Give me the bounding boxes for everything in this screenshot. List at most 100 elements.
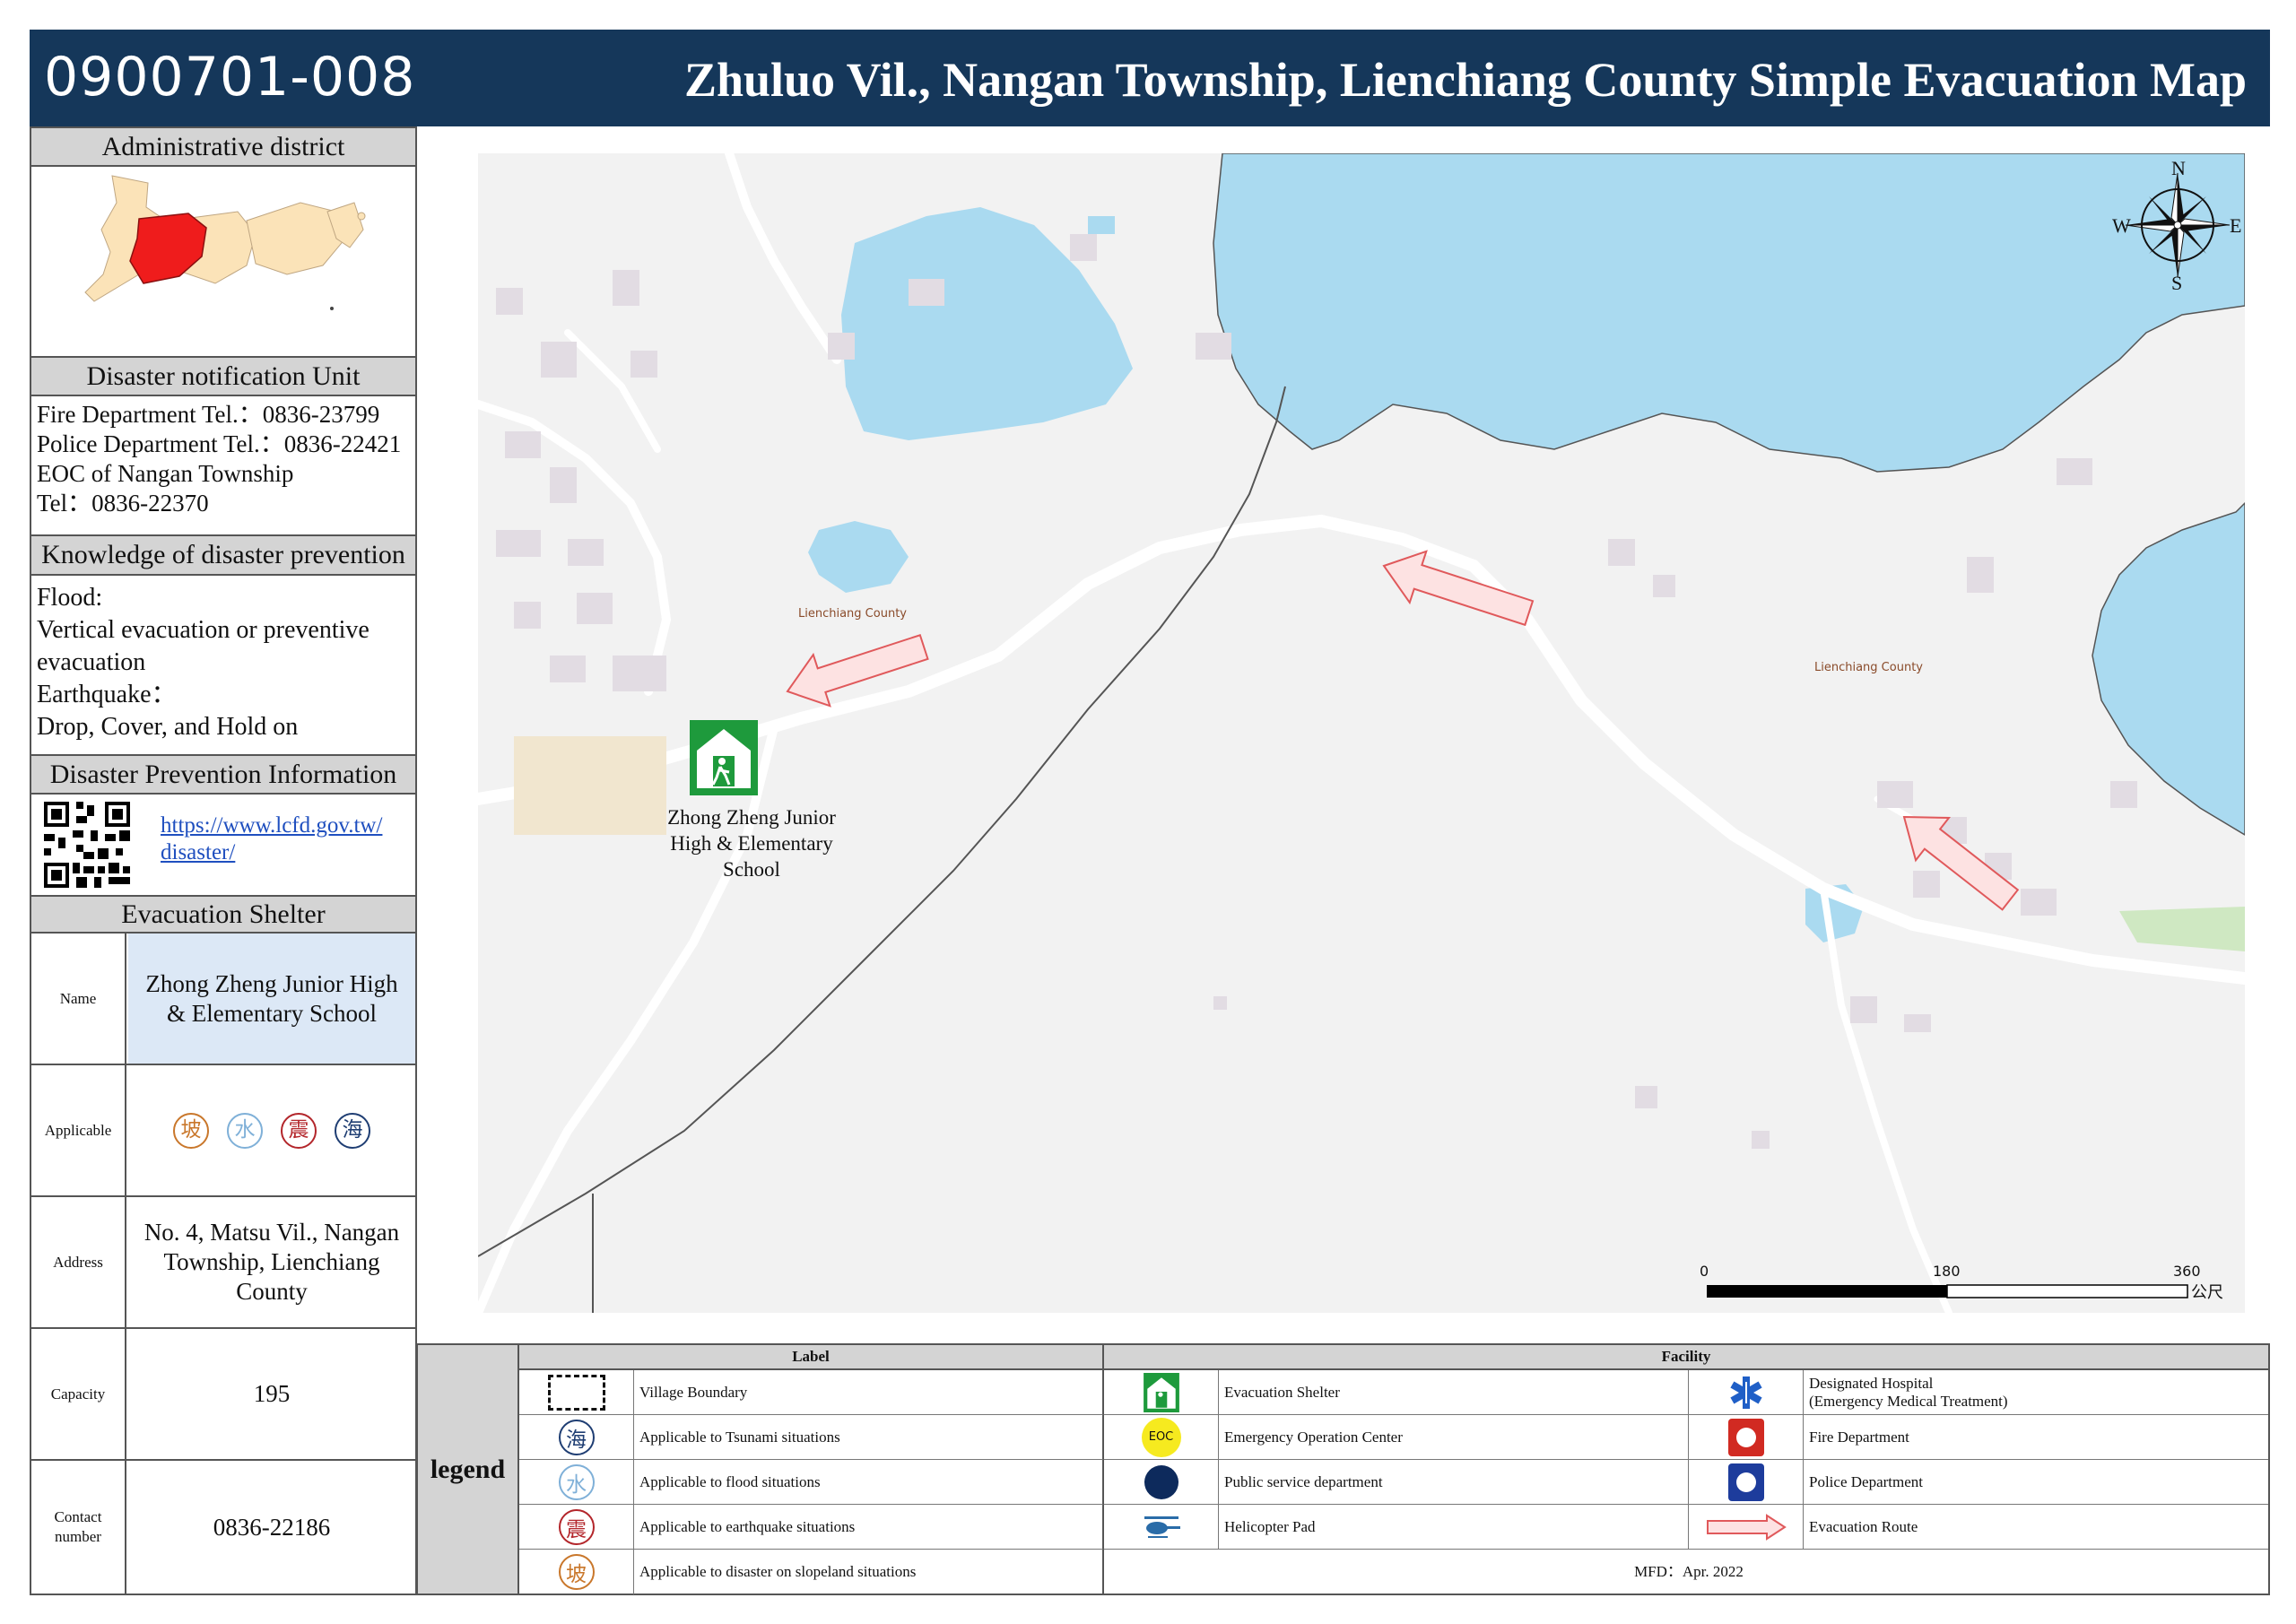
admin-district-map: [31, 167, 415, 357]
legend-flood-cell: 水: [519, 1460, 634, 1505]
eoc-tel: Tel：0836-22370: [37, 490, 209, 517]
shelter-heading: Evacuation Shelter: [31, 895, 415, 934]
evacuation-route-arrows: [786, 550, 2020, 911]
legend-eoc-cell: EOC: [1104, 1415, 1219, 1460]
police-department-icon: [1727, 1463, 1764, 1501]
legend-slopeland-text: Applicable to disaster on slopeland situ…: [634, 1550, 1104, 1594]
legend-public-service-icon: [1144, 1464, 1178, 1499]
police-dept-tel: Police Department Tel.：0836-22421: [37, 430, 402, 457]
shelter-contact-label: Contact number: [31, 1461, 126, 1594]
scale-label-0: 0: [1700, 1263, 1709, 1280]
shelter-address-row: Address No. 4, Matsu Vil., Nangan Townsh…: [31, 1195, 415, 1327]
flood-badge-icon: 水: [227, 1112, 263, 1149]
admin-district-heading: Administrative district: [31, 126, 415, 167]
legend-public-service-cell: [1104, 1460, 1219, 1505]
small-pond: [808, 521, 909, 593]
flood-label: Flood:: [37, 584, 103, 612]
shelter-map-label-2: High & Elementary School: [670, 832, 833, 881]
shelter-map-label: Zhong Zheng Junior High & Elementary Sch…: [639, 804, 864, 882]
legend-shelter-icon: [1143, 1372, 1179, 1412]
shelter-applicable-row: Applicable 坡 水 震 海: [31, 1064, 415, 1195]
legend-earthquake-icon: 震: [558, 1508, 595, 1545]
scale-label-180: 180: [1933, 1263, 1961, 1280]
notification-body: Fire Department Tel.：0836-23799 Police D…: [31, 400, 415, 525]
legend-hospital-cell: [1689, 1370, 1804, 1415]
scale-unit: 公尺: [2191, 1283, 2223, 1302]
prevention-info-heading: Disaster Prevention Information: [31, 754, 415, 795]
legend-earthquake-cell: 震: [519, 1505, 634, 1550]
legend-route-cell: [1689, 1505, 1804, 1550]
scale-label-360: 360: [2173, 1263, 2201, 1280]
shelter-applicable-label: Applicable: [31, 1065, 126, 1195]
fire-department-icon: [1727, 1418, 1764, 1456]
district-locator-map: [84, 175, 366, 310]
legend-tsunami-text: Applicable to Tsunami situations: [634, 1415, 1104, 1460]
legend-village-boundary-icon: [519, 1370, 634, 1415]
compass-east: E: [2230, 214, 2242, 237]
legend-police-dept-text: Police Department: [1804, 1460, 2268, 1505]
scale-bar: [1707, 1284, 2188, 1298]
legend-tsunami-icon: 海: [558, 1419, 595, 1455]
compass-west: W: [2112, 214, 2131, 237]
legend-flood-text: Applicable to flood situations: [634, 1460, 1104, 1505]
shelter-address-label: Address: [31, 1197, 126, 1327]
legend-slopeland-cell: 坡: [519, 1550, 634, 1594]
legend-route-text: Evacuation Route: [1804, 1505, 2268, 1550]
legend-fire-dept-text: Fire Department: [1804, 1415, 2268, 1460]
earthquake-advice: Drop, Cover, and Hold on: [37, 713, 299, 741]
tsunami-badge-icon: 海: [335, 1112, 370, 1149]
shelter-name-value: Zhong Zheng Junior High & Elementary Sch…: [128, 934, 415, 1064]
map-code: 0900701-008: [44, 46, 416, 109]
shelter-contact-value: 0836-22186: [213, 1513, 331, 1541]
shelter-contact-row: Contact number 0836-22186: [31, 1459, 415, 1594]
flood-advice: Vertical evacuation or preventive evacua…: [37, 616, 370, 676]
legend-hospital-text: Designated Hospital (Emergency Medical T…: [1804, 1370, 2268, 1415]
earthquake-badge-icon: 震: [281, 1112, 317, 1149]
shelter-name-row: Name Zhong Zheng Junior High & Elementar…: [31, 932, 415, 1064]
eoc-name: EOC of Nangan Township: [37, 460, 294, 487]
legend-earthquake-text: Applicable to earthquake situations: [634, 1505, 1104, 1550]
islet-2: [330, 307, 334, 310]
shelter-capacity-row: Capacity 195: [31, 1327, 415, 1459]
helicopter-icon: [1144, 1515, 1180, 1538]
star-of-life-icon: [1729, 1376, 1762, 1409]
county-label-west: Lienchiang County: [798, 607, 907, 621]
shelter-map-label-1: Zhong Zheng Junior: [667, 806, 836, 829]
legend-facility-heading: Facility: [1104, 1345, 2268, 1370]
legend-shelter-text: Evacuation Shelter: [1219, 1370, 1689, 1415]
shelter-applicable-badges: 坡 水 震 海: [128, 1065, 415, 1195]
info-panel: Administrative district Disaster notific…: [30, 126, 417, 1595]
harbor-pier: [1088, 216, 1115, 234]
map-header: 0900701-008 Zhuluo Vil., Nangan Township…: [30, 30, 2270, 126]
compass-south: S: [2171, 272, 2183, 294]
slopeland-badge-icon: 坡: [173, 1112, 209, 1149]
legend-fire-dept-cell: [1689, 1415, 1804, 1460]
legend-hospital-line-2: (Emergency Medical Treatment): [1809, 1392, 2008, 1410]
link-line-2: disaster/: [161, 840, 236, 864]
legend-shelter-cell: [1104, 1370, 1219, 1415]
map-legend: legend Label Facility 海 水 震 坡 Village Bo…: [416, 1343, 2270, 1595]
south-road: [1820, 885, 1952, 1313]
qr-code-icon[interactable]: [44, 802, 130, 888]
north-road: [725, 153, 841, 364]
legend-side-label: legend: [418, 1345, 519, 1594]
islet-1: [357, 212, 366, 221]
legend-eoc-text: Emergency Operation Center: [1219, 1415, 1689, 1460]
evacuation-map[interactable]: Zhong Zheng Junior High & Elementary Sch…: [478, 153, 2245, 1313]
legend-public-service-text: Public service department: [1219, 1460, 1689, 1505]
county-label-east: Lienchiang County: [1814, 661, 1923, 674]
legend-eoc-icon: EOC: [1141, 1417, 1181, 1457]
legend-flood-icon: 水: [558, 1463, 595, 1500]
park-area: [2119, 907, 2245, 951]
map-title: Zhuluo Vil., Nangan Township, Lienchiang…: [683, 53, 2247, 107]
compass-north: N: [2171, 157, 2186, 179]
prevention-info-link[interactable]: https://www.lcfd.gov.tw/ disaster/: [161, 812, 382, 866]
evacuation-route-icon: [1706, 1513, 1787, 1541]
legend-police-dept-cell: [1689, 1460, 1804, 1505]
sea-water: [1213, 153, 2245, 473]
evacuation-shelter-icon: [690, 720, 758, 795]
shelter-capacity-label: Capacity: [31, 1329, 126, 1459]
shelter-name-label: Name: [31, 934, 126, 1064]
earthquake-label: Earthquake：: [37, 681, 177, 708]
legend-helipad-cell: [1104, 1505, 1219, 1550]
